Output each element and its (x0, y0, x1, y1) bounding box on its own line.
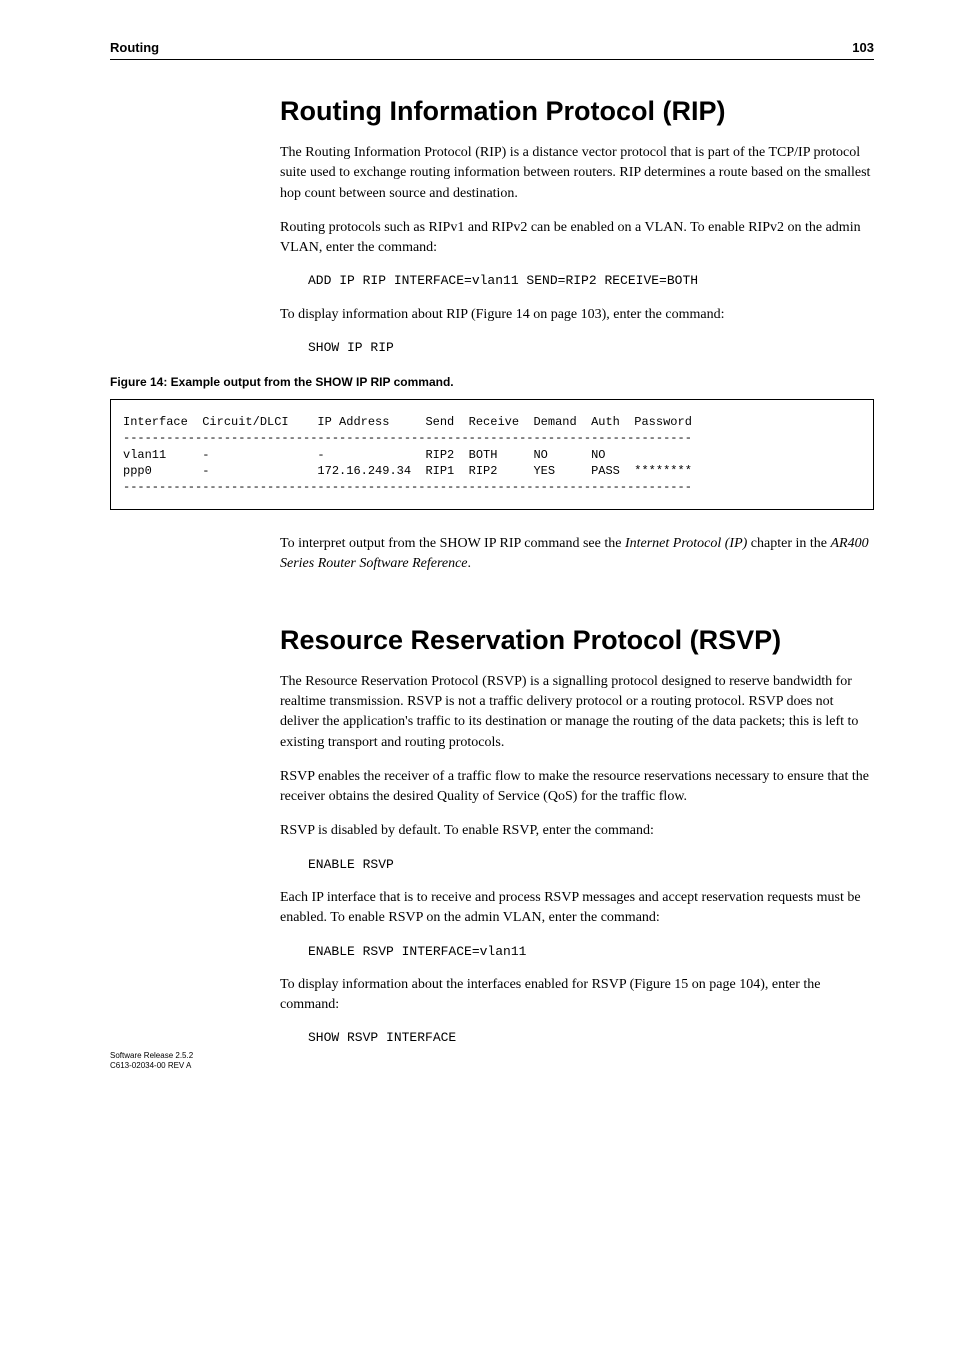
post-fig-text-a: To interpret output from the SHOW IP RIP… (280, 536, 625, 551)
post-fig-text-c: chapter in the (747, 536, 830, 551)
page-header: Routing 103 (110, 40, 874, 60)
header-section: Routing (110, 40, 159, 55)
header-page-number: 103 (852, 40, 874, 55)
rip-paragraph-1: The Routing Information Protocol (RIP) i… (280, 143, 874, 204)
rip-command-1: ADD IP RIP INTERFACE=vlan11 SEND=RIP2 RE… (308, 272, 874, 290)
rsvp-paragraph-4: Each IP interface that is to receive and… (280, 888, 874, 929)
post-fig-italic-1: Internet Protocol (IP) (625, 536, 747, 551)
rsvp-paragraph-5: To display information about the interfa… (280, 975, 874, 1016)
rip-command-2: SHOW IP RIP (308, 339, 874, 357)
rsvp-paragraph-2: RSVP enables the receiver of a traffic f… (280, 767, 874, 808)
rsvp-paragraph-1: The Resource Reservation Protocol (RSVP)… (280, 672, 874, 753)
figure-14-output: Interface Circuit/DLCI IP Address Send R… (110, 399, 874, 510)
figure-14-caption: Figure 14: Example output from the SHOW … (110, 375, 874, 389)
page-footer: Software Release 2.5.2 C613-02034-00 REV… (110, 1051, 193, 1072)
section-title-rip: Routing Information Protocol (RIP) (280, 96, 874, 127)
post-fig-text-e: . (468, 556, 472, 571)
footer-line-2: C613-02034-00 REV A (110, 1061, 193, 1071)
footer-line-1: Software Release 2.5.2 (110, 1051, 193, 1061)
rip-paragraph-2: Routing protocols such as RIPv1 and RIPv… (280, 218, 874, 259)
rsvp-command-1: ENABLE RSVP (308, 856, 874, 874)
rsvp-command-3: SHOW RSVP INTERFACE (308, 1029, 874, 1047)
section-title-rsvp: Resource Reservation Protocol (RSVP) (280, 625, 874, 656)
post-figure-paragraph: To interpret output from the SHOW IP RIP… (280, 534, 874, 575)
rsvp-command-2: ENABLE RSVP INTERFACE=vlan11 (308, 943, 874, 961)
rsvp-paragraph-3: RSVP is disabled by default. To enable R… (280, 821, 874, 841)
rip-paragraph-3: To display information about RIP (Figure… (280, 305, 874, 325)
